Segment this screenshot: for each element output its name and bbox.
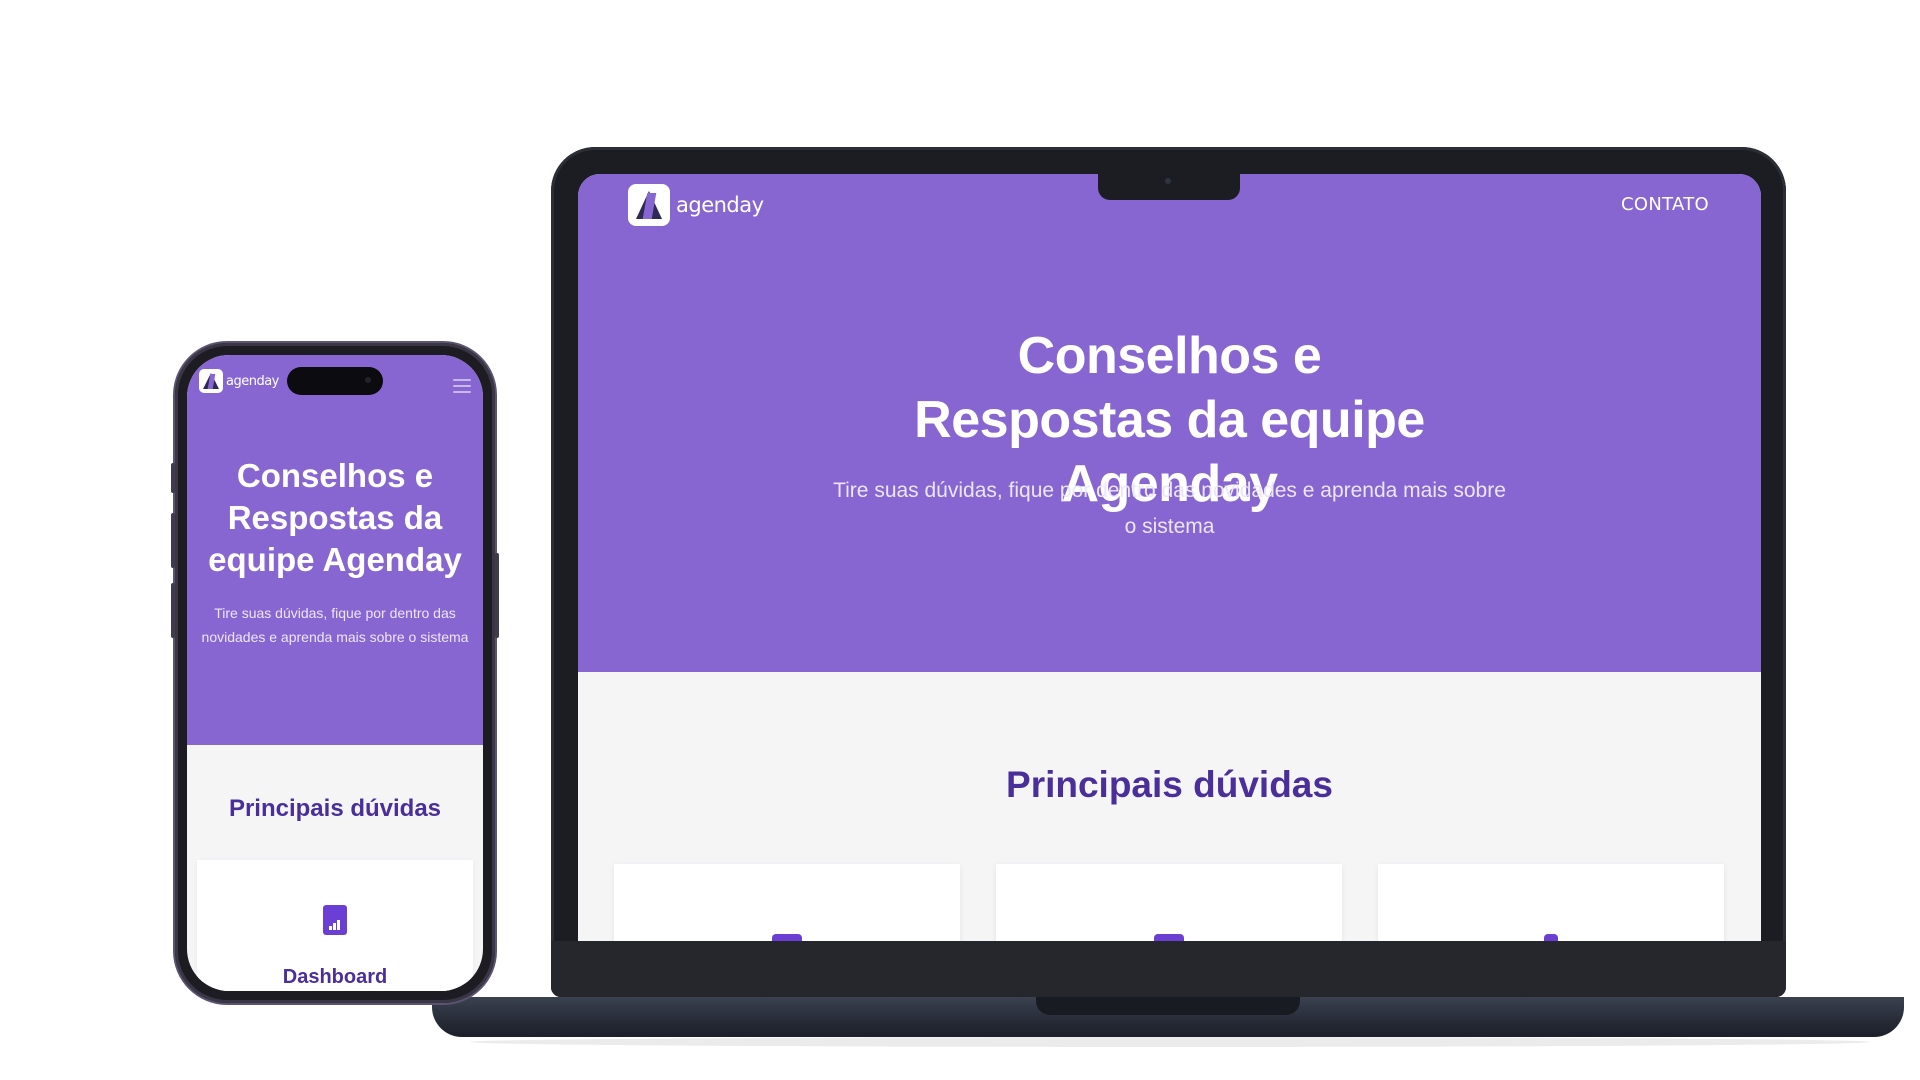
- hamburger-icon[interactable]: [453, 379, 471, 397]
- document-chart-icon: [323, 905, 347, 935]
- phone-power-button: [495, 553, 499, 638]
- agenday-logo-icon: [199, 369, 223, 393]
- phone-volume-down: [171, 583, 175, 638]
- phone-logo[interactable]: agenday: [199, 369, 279, 393]
- camera-icon: [365, 377, 371, 383]
- hero-section: agenday CONTATO Conselhos e Respostas da…: [578, 174, 1761, 672]
- logo[interactable]: agenday: [628, 184, 764, 226]
- phone-action-button: [171, 463, 175, 493]
- laptop-shadow: [470, 1037, 1870, 1047]
- logo-text: agenday: [676, 193, 764, 217]
- user-icon: [1544, 934, 1558, 941]
- faq-cards: [614, 864, 1724, 941]
- laptop-screen: agenday CONTATO Conselhos e Respostas da…: [578, 174, 1761, 941]
- phone-hero-section: agenday Conselhos e Respostas da equipe …: [187, 355, 483, 745]
- phone-section-title: Principais dúvidas: [228, 795, 442, 822]
- dashboard-card[interactable]: Dashboard: [197, 860, 473, 991]
- laptop-chin: [551, 941, 1786, 997]
- agenday-logo-icon: [628, 184, 670, 226]
- dynamic-island: [287, 367, 383, 395]
- phone-hero-title-text: Conselhos e Respostas da equipe Agenday: [208, 457, 462, 578]
- phone-logo-text: agenday: [226, 373, 279, 389]
- contact-link[interactable]: CONTATO: [1621, 194, 1709, 215]
- section-title: Principais dúvidas: [1006, 764, 1333, 805]
- phone-hero-title: Conselhos e Respostas da equipe Agenday: [187, 455, 483, 581]
- phone-screen: agenday Conselhos e Respostas da equipe …: [187, 355, 483, 991]
- phone-mockup: agenday Conselhos e Respostas da equipe …: [171, 343, 499, 1003]
- laptop-base-notch: [1036, 997, 1300, 1015]
- faq-card[interactable]: [1378, 864, 1724, 941]
- faq-card[interactable]: [996, 864, 1342, 941]
- calendar-icon: [1154, 934, 1184, 941]
- phone-hero-subtitle: Tire suas dúvidas, fique por dentro das …: [201, 605, 469, 645]
- dashboard-card-label: Dashboard: [282, 966, 388, 988]
- document-icon: [772, 934, 802, 941]
- phone-volume-up: [171, 513, 175, 568]
- laptop-notch: [1098, 172, 1240, 200]
- faq-card[interactable]: [614, 864, 960, 941]
- camera-icon: [1165, 178, 1171, 184]
- hero-subtitle: Tire suas dúvidas, fique por dentro das …: [833, 479, 1506, 538]
